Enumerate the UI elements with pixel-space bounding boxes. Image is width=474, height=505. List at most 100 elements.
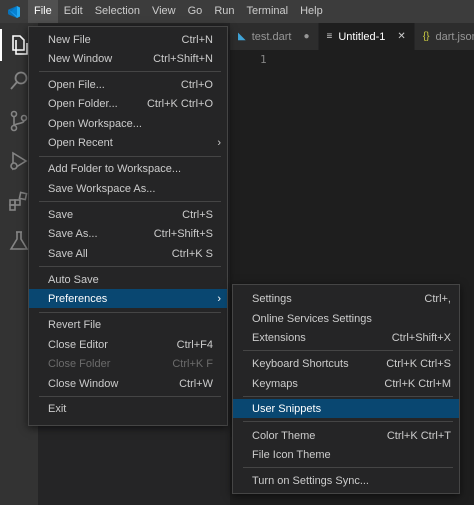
item-label: Auto Save	[48, 273, 99, 286]
item-shortcut: Ctrl+Shift+X	[391, 331, 451, 344]
menu-run[interactable]: Run	[208, 0, 240, 23]
item-shortcut: Ctrl+K S	[171, 247, 213, 260]
item-shortcut: Ctrl+K Ctrl+O	[146, 97, 213, 110]
item-label: Keymaps	[252, 377, 298, 390]
text-file-icon: ≡	[326, 31, 333, 42]
item-label: Turn on Settings Sync...	[252, 474, 369, 487]
unsaved-dot-icon[interactable]: ●	[303, 31, 309, 42]
menu-item-save-all[interactable]: Save All Ctrl+K S	[29, 244, 227, 263]
item-label: Settings	[252, 292, 292, 305]
item-label: Keyboard Shortcuts	[252, 357, 349, 370]
menu-separator	[39, 201, 221, 202]
item-label: Color Theme	[252, 429, 316, 442]
tab-untitled-1[interactable]: ≡ Untitled-1 ✕	[318, 23, 415, 50]
item-shortcut: Ctrl+Shift+S	[153, 227, 213, 240]
menu-separator	[243, 467, 453, 468]
item-label: Open Folder...	[48, 97, 118, 110]
item-shortcut: Ctrl+K Ctrl+S	[386, 357, 451, 370]
item-label: Online Services Settings	[252, 312, 372, 325]
item-shortcut: Ctrl+S	[182, 208, 213, 221]
item-label: Exit	[48, 402, 67, 415]
menu-help[interactable]: Help	[294, 0, 329, 23]
menu-separator	[243, 396, 453, 397]
menu-separator	[39, 312, 221, 313]
menu-item-exit[interactable]: Exit	[29, 399, 227, 418]
item-label: Close Folder	[48, 357, 111, 370]
item-label: Add Folder to Workspace...	[48, 162, 182, 175]
item-label: File Icon Theme	[252, 448, 331, 461]
tab-label: dart.json	[435, 30, 474, 43]
item-label: Close Editor	[48, 338, 108, 351]
menu-item-online-services-settings[interactable]: Online Services Settings	[233, 309, 459, 328]
title-bar: File Edit Selection View Go Run Terminal…	[0, 0, 474, 23]
json-icon: {}	[422, 31, 430, 42]
item-shortcut: Ctrl+K Ctrl+T	[386, 429, 451, 442]
tab-label: Untitled-1	[338, 30, 386, 43]
menu-item-add-folder[interactable]: Add Folder to Workspace...	[29, 159, 227, 178]
menu-item-preferences[interactable]: Preferences ›	[29, 289, 227, 308]
menu-item-save-as[interactable]: Save As... Ctrl+Shift+S	[29, 224, 227, 243]
tab-test-dart[interactable]: ◣ test.dart ●	[230, 23, 319, 50]
menu-item-close-folder: Close Folder Ctrl+K F	[29, 354, 227, 373]
item-shortcut: Ctrl+W	[179, 377, 213, 390]
menu-separator	[39, 396, 221, 397]
item-shortcut: Ctrl+K F	[172, 357, 213, 370]
item-label: Save	[48, 208, 74, 221]
menu-item-open-workspace[interactable]: Open Workspace...	[29, 114, 227, 133]
item-shortcut: Ctrl+F4	[176, 338, 213, 351]
menu-file[interactable]: File	[28, 0, 58, 23]
tab-dart-json[interactable]: {} dart.json	[414, 23, 474, 50]
item-label: Open Workspace...	[48, 117, 142, 130]
menu-item-keymaps[interactable]: Keymaps Ctrl+K Ctrl+M	[233, 374, 459, 393]
item-label: Revert File	[48, 318, 102, 331]
dart-icon: ◣	[238, 31, 246, 42]
menu-item-auto-save[interactable]: Auto Save	[29, 270, 227, 289]
menu-item-open-recent[interactable]: Open Recent ›	[29, 133, 227, 152]
vscode-logo-icon	[0, 0, 28, 23]
menu-edit[interactable]: Edit	[58, 0, 89, 23]
menu-item-close-editor[interactable]: Close Editor Ctrl+F4	[29, 335, 227, 354]
item-shortcut: Ctrl+Shift+N	[153, 52, 213, 65]
menu-item-keyboard-shortcuts[interactable]: Keyboard Shortcuts Ctrl+K Ctrl+S	[233, 354, 459, 373]
tab-label: test.dart	[251, 30, 292, 43]
item-shortcut: Ctrl+,	[424, 292, 451, 305]
file-menu: New File Ctrl+N New Window Ctrl+Shift+N Op…	[28, 26, 228, 426]
menu-terminal[interactable]: Terminal	[241, 0, 295, 23]
menu-item-open-file[interactable]: Open File... Ctrl+O	[29, 75, 227, 94]
item-label: Open Recent	[48, 136, 113, 149]
menu-item-revert-file[interactable]: Revert File	[29, 315, 227, 334]
menu-go[interactable]: Go	[182, 0, 209, 23]
menu-item-user-snippets[interactable]: User Snippets	[233, 399, 459, 418]
menu-item-new-file[interactable]: New File Ctrl+N	[29, 30, 227, 49]
item-label: Close Window	[48, 377, 119, 390]
preferences-submenu: Settings Ctrl+, Online Services Settings …	[232, 284, 460, 494]
item-label: Save Workspace As...	[48, 182, 156, 195]
item-label: User Snippets	[252, 402, 322, 415]
menu-item-save-workspace[interactable]: Save Workspace As...	[29, 179, 227, 198]
menu-item-extensions[interactable]: Extensions Ctrl+Shift+X	[233, 328, 459, 347]
menu-item-open-folder[interactable]: Open Folder... Ctrl+K Ctrl+O	[29, 94, 227, 113]
menu-item-color-theme[interactable]: Color Theme Ctrl+K Ctrl+T	[233, 426, 459, 445]
menu-item-close-window[interactable]: Close Window Ctrl+W	[29, 374, 227, 393]
line-number: 1	[260, 53, 267, 66]
menu-item-file-icon-theme[interactable]: File Icon Theme	[233, 445, 459, 464]
item-label: Open File...	[48, 78, 105, 91]
item-label: Save As...	[48, 227, 98, 240]
menu-item-save[interactable]: Save Ctrl+S	[29, 205, 227, 224]
item-label: Save All	[48, 247, 88, 260]
item-label: Preferences	[48, 292, 108, 305]
chevron-right-icon: ›	[217, 292, 221, 305]
menu-separator	[243, 350, 453, 351]
editor-tabs: ◣ test.dart ● ≡ Untitled-1 ✕ {} dart.jso…	[230, 23, 474, 50]
menu-selection[interactable]: Selection	[89, 0, 146, 23]
item-label: Extensions	[252, 331, 306, 344]
menu-separator	[39, 156, 221, 157]
item-shortcut: Ctrl+N	[181, 33, 213, 46]
item-shortcut: Ctrl+O	[180, 78, 213, 91]
menu-item-new-window[interactable]: New Window Ctrl+Shift+N	[29, 49, 227, 68]
menu-item-settings[interactable]: Settings Ctrl+,	[233, 289, 459, 308]
menu-view[interactable]: View	[146, 0, 182, 23]
item-label: New Window	[48, 52, 113, 65]
close-icon[interactable]: ✕	[397, 31, 405, 42]
menu-item-settings-sync[interactable]: Turn on Settings Sync...	[233, 471, 459, 490]
